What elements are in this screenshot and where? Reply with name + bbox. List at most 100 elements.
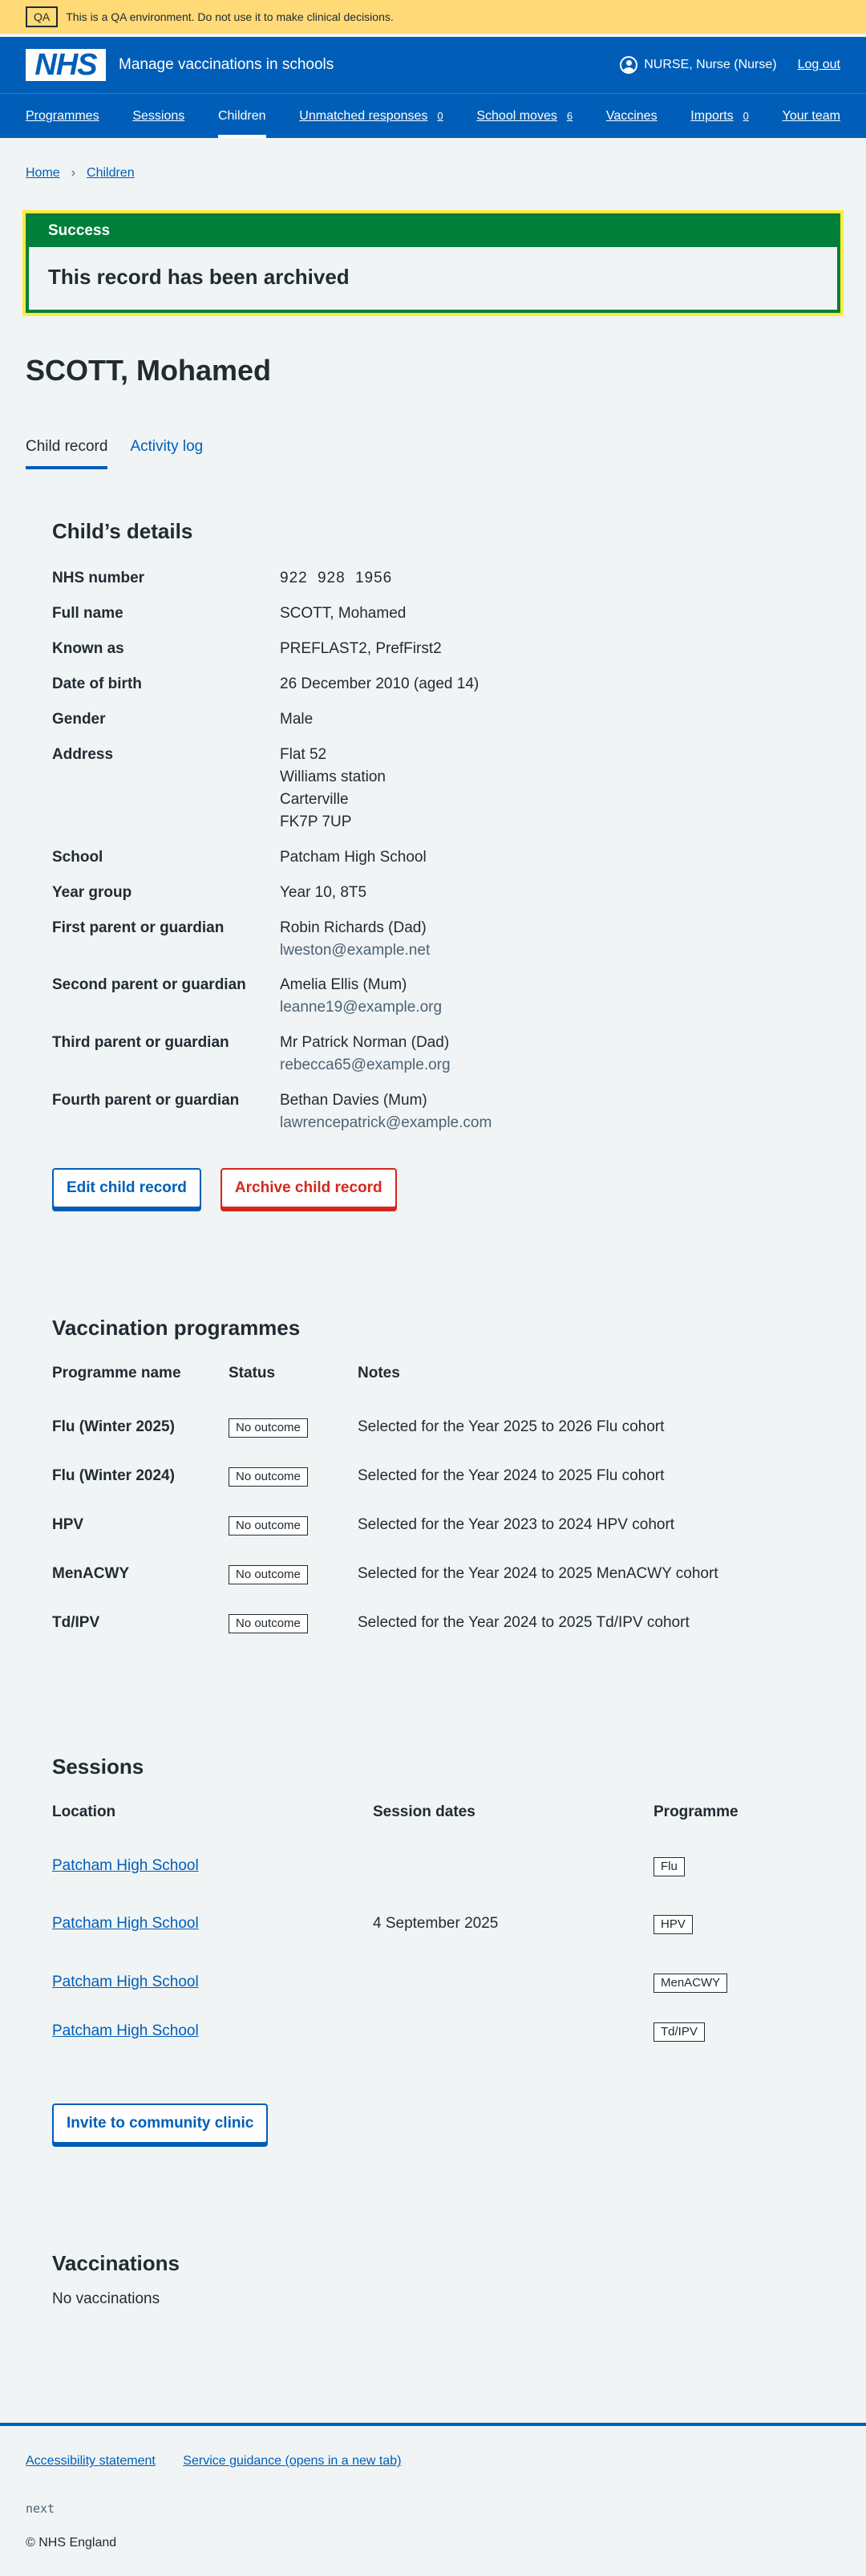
sessions-card: Sessions Location Session dates Programm… (26, 1751, 840, 2144)
date-of-birth: 26 December 2010 (aged 14) (280, 675, 480, 693)
table-row: Flu (Winter 2024) No outcome Selected fo… (52, 1451, 814, 1500)
column-header: Status (229, 1365, 276, 1382)
parent-email: lawrencepatrick@example.com (280, 1114, 492, 1132)
table-row: Patcham High School Flu (52, 1841, 814, 1890)
edit-child-record-button[interactable]: Edit child record (52, 1167, 201, 1208)
table-header: Location Session dates Programme (52, 1801, 814, 1841)
fourth-parent: Bethan Davies (Mum) lawrencepatrick@exam… (280, 1089, 492, 1134)
session-location-link[interactable]: Patcham High School (52, 1857, 199, 1874)
programme-tag: HPV (654, 1915, 693, 1935)
session-location-link[interactable]: Patcham High School (52, 1915, 199, 1932)
summary-row: NHS number 922 928 1956 (52, 564, 814, 599)
programmes-heading: Vaccination programmes (52, 1315, 301, 1340)
logout-link[interactable]: Log out (798, 55, 840, 75)
accessibility-link[interactable]: Accessibility statement (26, 2454, 156, 2468)
nhs-logo[interactable]: NHS (26, 49, 106, 81)
summary-key: Date of birth (52, 675, 142, 693)
status-badge: No outcome (229, 1418, 308, 1438)
status-badge: No outcome (229, 1564, 308, 1584)
breadcrumb-children[interactable]: Children (87, 164, 135, 183)
address-line: FK7P 7UP (280, 813, 352, 830)
invite-community-clinic-button[interactable]: Invite to community clinic (52, 2103, 269, 2144)
nav-item-vaccines[interactable]: Vaccines (606, 94, 658, 138)
parent-name: Amelia Ellis (Mum) (280, 976, 407, 994)
sessions-heading: Sessions (52, 1755, 144, 1779)
nav-item-programmes[interactable]: Programmes (26, 94, 99, 138)
nav-item-imports[interactable]: Imports 0 (690, 94, 749, 138)
first-parent: Robin Richards (Dad) lweston@example.net (280, 917, 430, 962)
gender: Male (280, 711, 314, 728)
nav-item-unmatched-responses[interactable]: Unmatched responses 0 (299, 94, 443, 138)
parent-email: leanne19@example.org (280, 999, 443, 1016)
table-row: Patcham High School MenACWY (52, 1957, 814, 2006)
success-banner: Success This record has been archived (22, 209, 844, 317)
child-details-heading: Child’s details (52, 519, 193, 544)
footer: Accessibility statement Service guidance… (0, 2423, 866, 2576)
programme-name: Td/IPV (52, 1613, 100, 1631)
service-guidance-link[interactable]: Service guidance (opens in a new tab) (183, 2454, 401, 2468)
programme-notes: Selected for the Year 2025 to 2026 Flu c… (358, 1418, 665, 1435)
breadcrumb-home[interactable]: Home (26, 164, 60, 183)
summary-row: Full name SCOTT, Mohamed (52, 599, 814, 635)
qa-tag: QA (26, 6, 59, 27)
copyright: © NHS England (26, 2535, 117, 2550)
breadcrumb: Home › Children (26, 138, 840, 189)
summary-key: Address (52, 746, 114, 764)
page-title: SCOTT, Mohamed (26, 354, 272, 387)
summary-key: Full name (52, 605, 123, 623)
parent-name: Robin Richards (Dad) (280, 919, 427, 936)
summary-row: Year group Year 10, 8T5 (52, 878, 814, 914)
status-badge: No outcome (229, 1515, 308, 1535)
column-header: Location (52, 1803, 116, 1821)
programme-notes: Selected for the Year 2023 to 2024 HPV c… (358, 1515, 675, 1533)
nav-count: 0 (743, 109, 749, 122)
summary-key: NHS number (52, 570, 145, 587)
summary-key: Known as (52, 640, 124, 658)
table-header: Programme name Status Notes (52, 1362, 814, 1402)
parent-name: Mr Patrick Norman (Dad) (280, 1034, 450, 1052)
programme-tag: Td/IPV (654, 2022, 705, 2042)
programme-name: Flu (Winter 2025) (52, 1418, 175, 1435)
programme-name: HPV (52, 1515, 84, 1533)
programme-tag: MenACWY (654, 1973, 728, 1993)
status-badge: No outcome (229, 1613, 308, 1633)
summary-key: Fourth parent or guardian (52, 1092, 240, 1110)
full-name: SCOTT, Mohamed (280, 605, 407, 623)
summary-key: School (52, 848, 103, 866)
table-row: Patcham High School 4 September 2025 HPV (52, 1890, 814, 1957)
vaccinations-empty: No vaccinations (52, 2290, 160, 2308)
nav-item-children[interactable]: Children (217, 94, 266, 138)
summary-row: School Patcham High School (52, 843, 814, 878)
nhs-number: 922 928 1956 (280, 570, 393, 587)
tab-child-record[interactable]: Child record (26, 436, 108, 470)
summary-row: Second parent or guardian Amelia Ellis (… (52, 971, 814, 1028)
session-location-link[interactable]: Patcham High School (52, 1974, 199, 1990)
parent-email: lweston@example.net (280, 941, 431, 959)
tab-activity-log[interactable]: Activity log (130, 436, 203, 469)
nav-count: 0 (437, 109, 443, 122)
summary-row: Fourth parent or guardian Bethan Davies … (52, 1086, 814, 1144)
school: Patcham High School (280, 848, 427, 866)
table-row: Flu (Winter 2025) No outcome Selected fo… (52, 1402, 814, 1451)
brand[interactable]: NHS Manage vaccinations in schools (26, 49, 334, 81)
nav-item-school-moves[interactable]: School moves 6 (476, 94, 573, 138)
programme-notes: Selected for the Year 2024 to 2025 Flu c… (358, 1466, 665, 1484)
nav-count: 6 (566, 109, 573, 122)
address-line: Carterville (280, 790, 349, 808)
version-label: next (26, 2501, 55, 2516)
programmes-table: Programme name Status Notes Flu (Winter … (52, 1362, 814, 1647)
session-location-link[interactable]: Patcham High School (52, 2022, 199, 2039)
nav-item-sessions[interactable]: Sessions (132, 94, 184, 138)
summary-row: Address Flat 52 Williams station Carterv… (52, 740, 814, 843)
archive-child-record-button[interactable]: Archive child record (220, 1167, 397, 1208)
table-row: Td/IPV No outcome Selected for the Year … (52, 1598, 814, 1647)
nav-item-your-team[interactable]: Your team (783, 94, 840, 138)
column-header: Programme name (52, 1365, 181, 1382)
service-name[interactable]: Manage vaccinations in schools (119, 54, 334, 76)
summary-key: Year group (52, 883, 132, 901)
column-header: Notes (358, 1365, 400, 1382)
year-group: Year 10, 8T5 (280, 883, 367, 901)
address-line: Flat 52 (280, 746, 327, 764)
programme-notes: Selected for the Year 2024 to 2025 MenAC… (358, 1564, 718, 1582)
table-row: Patcham High School Td/IPV (52, 2006, 814, 2055)
